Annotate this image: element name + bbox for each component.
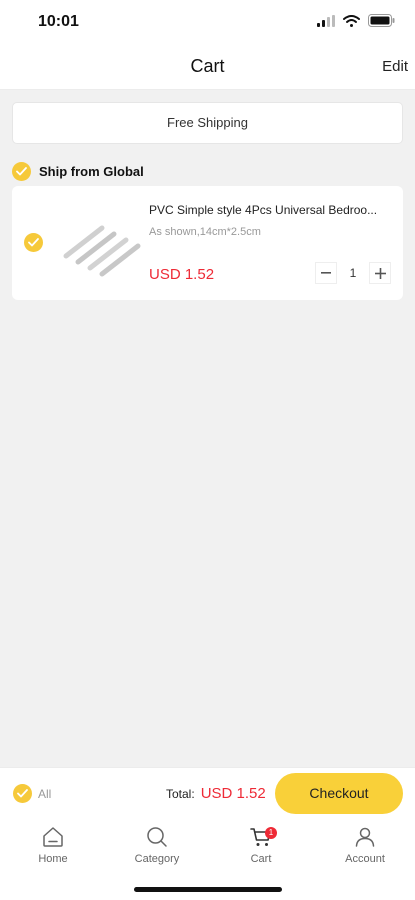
product-price: USD 1.52 — [149, 266, 215, 283]
tab-category[interactable]: Category — [117, 825, 197, 865]
checkout-button[interactable]: Checkout — [275, 773, 403, 814]
minus-icon — [321, 272, 331, 274]
item-select-checkbox[interactable] — [24, 233, 43, 252]
wifi-icon — [343, 14, 360, 32]
tab-cart-label: Cart — [250, 853, 272, 865]
product-variant[interactable]: As shown,14cm*2.5cm — [149, 226, 261, 238]
group-label: Ship from Global — [39, 163, 144, 179]
check-icon — [17, 789, 28, 798]
total-label: Total: — [166, 787, 195, 801]
status-time: 10:01 — [38, 13, 79, 30]
increase-quantity-button[interactable] — [369, 262, 391, 284]
tab-account[interactable]: Account — [325, 825, 405, 865]
cart-item-card[interactable]: PVC Simple style 4Pcs Universal Bedroo..… — [12, 186, 403, 300]
select-all-label: All — [38, 786, 52, 801]
check-icon — [16, 166, 27, 175]
battery-icon — [368, 14, 395, 32]
account-icon — [355, 827, 375, 847]
page-title: Cart — [190, 56, 225, 76]
product-image[interactable] — [58, 204, 148, 282]
tab-home-label: Home — [38, 853, 68, 865]
checkout-bar: All Total: USD 1.52 Checkout — [0, 767, 415, 819]
tab-cart[interactable]: 1 Cart — [221, 825, 301, 865]
check-icon — [28, 238, 39, 247]
group-header: Ship from Global — [12, 160, 144, 182]
tab-bar: Home Category 1 Cart Account — [0, 819, 415, 900]
search-icon — [147, 827, 167, 847]
select-all-checkbox[interactable] — [13, 784, 32, 803]
decrease-quantity-button[interactable] — [315, 262, 337, 284]
signal-icon — [317, 14, 335, 32]
group-select-checkbox[interactable] — [12, 161, 31, 181]
status-bar: 10:01 — [0, 0, 415, 46]
nav-bar: Cart Edit — [0, 46, 415, 90]
home-indicator — [134, 887, 282, 892]
quantity-value[interactable]: 1 — [337, 266, 369, 280]
cart-badge: 1 — [265, 827, 277, 839]
quantity-stepper: 1 — [315, 262, 391, 284]
tab-account-label: Account — [345, 853, 385, 865]
product-title[interactable]: PVC Simple style 4Pcs Universal Bedroo..… — [149, 203, 393, 217]
tab-category-label: Category — [134, 853, 180, 865]
free-shipping-banner[interactable]: Free Shipping — [12, 102, 403, 144]
status-icons — [317, 14, 395, 32]
plus-icon — [374, 267, 386, 279]
edit-button[interactable]: Edit — [382, 58, 408, 75]
tab-home[interactable]: Home — [13, 825, 93, 865]
total-value: USD 1.52 — [200, 785, 266, 802]
total-summary: Total: USD 1.52 — [166, 785, 266, 802]
home-icon — [43, 827, 63, 847]
select-all-toggle[interactable]: All — [13, 784, 51, 803]
